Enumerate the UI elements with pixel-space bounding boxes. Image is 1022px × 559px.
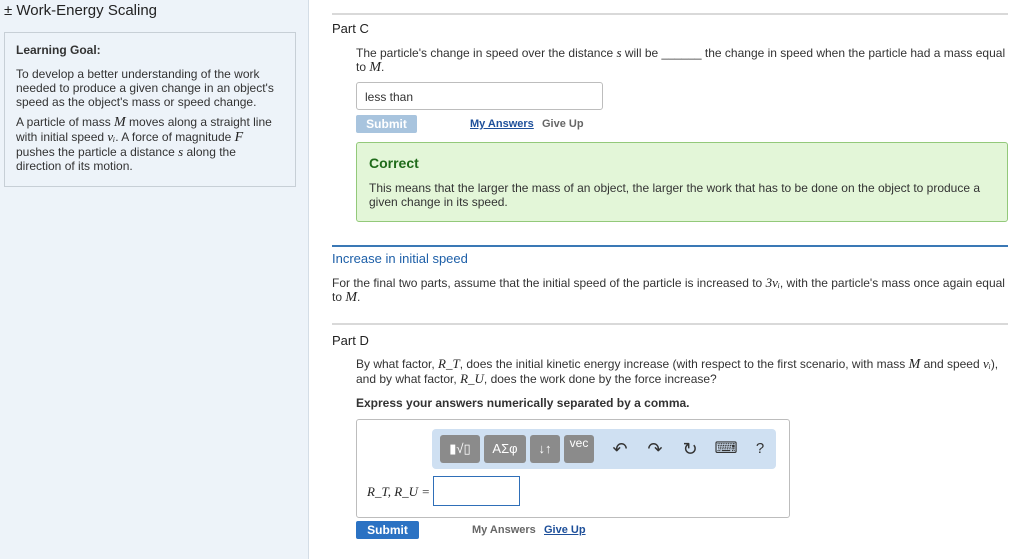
section-divider	[332, 245, 1008, 247]
learning-goal-box: Learning Goal: To develop a better under…	[4, 32, 296, 187]
reset-icon[interactable]: ↻	[678, 437, 702, 461]
part-c-my-answers-link[interactable]: My Answers	[470, 118, 534, 130]
learning-goal-text: To develop a better understanding of the…	[16, 67, 274, 109]
math-answer-editor: ▮√▯ ΑΣφ ↓↑ vec ↶ ↷ ↻ ⌨ ? R_T, R_U =	[356, 419, 790, 518]
part-d-my-answers-link[interactable]: My Answers	[472, 524, 536, 536]
part-d-give-up-link[interactable]: Give Up	[544, 524, 586, 536]
correct-feedback-box: Correct This means that the larger the m…	[356, 142, 1008, 222]
part-c-give-up-link[interactable]: Give Up	[542, 118, 584, 130]
keyboard-icon[interactable]: ⌨	[714, 437, 738, 461]
problem-title: ± Work-Energy Scaling	[4, 2, 158, 19]
undo-icon[interactable]: ↶	[608, 437, 632, 461]
part-d-answer-label: R_T, R_U =	[367, 484, 431, 499]
part-c-answer-field[interactable]: less than	[356, 82, 603, 110]
math-toolbar: ▮√▯ ΑΣφ ↓↑ vec ↶ ↷ ↻ ⌨ ?	[432, 429, 776, 469]
subscript-superscript-button[interactable]: ↓↑	[530, 435, 560, 463]
part-c-submit-button[interactable]: Submit	[356, 115, 417, 133]
part-d-question: By what factor, R_T, does the initial ki…	[356, 356, 999, 387]
section-heading: Increase in initial speed	[332, 251, 468, 266]
divider	[332, 323, 1008, 325]
problem-setup-text: A particle of mass M moves along a strai…	[16, 115, 272, 173]
part-c-title: Part C	[332, 21, 369, 36]
vector-button[interactable]: vec	[564, 435, 594, 463]
part-d-title: Part D	[332, 333, 369, 348]
part-c-question: The particle's change in speed over the …	[356, 45, 1006, 75]
greek-symbols-button[interactable]: ΑΣφ	[484, 435, 526, 463]
part-d-submit-button[interactable]: Submit	[356, 521, 419, 539]
correct-explanation: This means that the larger the mass of a…	[369, 181, 981, 209]
help-icon[interactable]: ?	[748, 437, 772, 461]
part-d-answer-input[interactable]	[433, 476, 520, 506]
section-text: For the final two parts, assume that the…	[332, 275, 1005, 305]
sidebar: ± Work-Energy Scaling Learning Goal: To …	[0, 0, 309, 559]
divider	[332, 13, 1008, 15]
correct-title: Correct	[369, 155, 419, 171]
templates-button[interactable]: ▮√▯	[440, 435, 480, 463]
part-d-instruction: Express your answers numerically separat…	[356, 396, 690, 410]
redo-icon[interactable]: ↷	[643, 437, 667, 461]
main-content: Part C The particle's change in speed ov…	[332, 0, 1008, 559]
learning-goal-title: Learning Goal:	[16, 43, 101, 57]
